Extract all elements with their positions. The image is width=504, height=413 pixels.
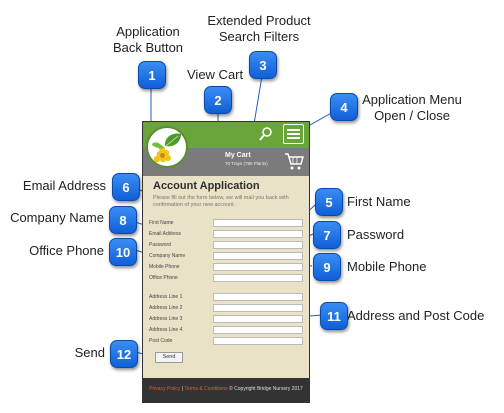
cart-subtitle: 70 Trays (780 Plants): [225, 161, 268, 166]
post-code-label: Post Code: [149, 338, 173, 344]
annotation-badge-3: 3: [249, 51, 277, 79]
annotation-badge-11: 11: [320, 302, 348, 330]
annotation-1-line1: Application: [116, 24, 180, 39]
annotation-4-line1: Application Menu: [362, 92, 462, 107]
send-button[interactable]: Send: [155, 352, 183, 363]
sunflower-leaf-icon: [152, 133, 181, 163]
annotation-7-label: Password: [347, 227, 405, 242]
annotation-2-label: View Cart: [187, 67, 244, 82]
annotation-11-label: Address and Post Code: [347, 308, 485, 323]
address-line-3-label: Address Line 3: [149, 316, 183, 322]
annotation-1-label: Application Back Button: [108, 24, 188, 56]
mobile-phone-label: Mobile Phone: [149, 264, 180, 270]
terms-conditions-link[interactable]: Terms & Conditions: [184, 386, 227, 392]
address-line-3-field[interactable]: [213, 315, 303, 323]
phone-app-screen: My Cart 70 Trays (780 Plants) Account Ap…: [142, 121, 310, 403]
annotation-10-label: Office Phone: [29, 243, 104, 258]
annotation-badge-6: 6: [112, 173, 140, 201]
address-line-4-field[interactable]: [213, 326, 303, 334]
app-logo-back-button[interactable]: [146, 126, 188, 168]
company-name-field[interactable]: [213, 252, 303, 260]
annotation-6-label: Email Address: [22, 178, 106, 193]
address-line-1-label: Address Line 1: [149, 294, 183, 300]
search-icon[interactable]: [259, 126, 273, 142]
annotation-9-label: Mobile Phone: [347, 259, 427, 274]
password-label: Password: [149, 242, 171, 248]
annotation-badge-4: 4: [330, 93, 358, 121]
mobile-phone-field[interactable]: [213, 263, 303, 271]
shopping-cart-icon[interactable]: [284, 151, 304, 171]
office-phone-label: Office Phone: [149, 275, 178, 281]
annotation-badge-1: 1: [138, 61, 166, 89]
annotation-8-label: Company Name: [10, 210, 104, 225]
annotation-5-label: First Name: [347, 194, 411, 209]
email-address-label: Email Address: [149, 231, 181, 237]
privacy-policy-link[interactable]: Privacy Policy: [149, 386, 180, 392]
app-footer: Privacy Policy | Terms & Conditions © Co…: [143, 378, 309, 402]
annotation-badge-5: 5: [315, 188, 343, 216]
email-address-field[interactable]: [213, 230, 303, 238]
company-name-label: Company Name: [149, 253, 186, 259]
annotation-4-line2: Open / Close: [374, 108, 450, 123]
address-line-2-field[interactable]: [213, 304, 303, 312]
address-line-1-field[interactable]: [213, 293, 303, 301]
annotation-3-label: Extended Product Search Filters: [204, 13, 314, 45]
cart-title[interactable]: My Cart: [225, 152, 251, 159]
address-line-2-label: Address Line 2: [149, 305, 183, 311]
footer-separator: |: [181, 386, 184, 392]
annotation-12-label: Send: [74, 345, 105, 360]
annotation-badge-9: 9: [313, 253, 341, 281]
form-description: Please fill out the form below, we will …: [153, 195, 289, 208]
menu-icon[interactable]: [283, 124, 304, 144]
form-title: Account Application: [153, 180, 260, 192]
password-field[interactable]: [213, 241, 303, 249]
annotation-3-line2: Search Filters: [218, 29, 300, 44]
post-code-field[interactable]: [213, 337, 303, 345]
annotation-3-line1: Extended Product: [207, 13, 311, 28]
annotation-badge-2: 2: [204, 86, 232, 114]
annotation-badge-7: 7: [313, 221, 341, 249]
first-name-label: First Name: [149, 220, 174, 226]
annotation-4-label: Application Menu Open / Close: [357, 92, 467, 124]
annotation-1-line2: Back Button: [112, 40, 184, 55]
annotation-badge-10: 10: [109, 238, 137, 266]
address-line-4-label: Address Line 4: [149, 327, 183, 333]
footer-copyright: © Copyright Bridge Nursery 2017: [229, 386, 303, 392]
office-phone-field[interactable]: [213, 274, 303, 282]
first-name-field[interactable]: [213, 219, 303, 227]
annotation-badge-8: 8: [109, 206, 137, 234]
annotation-badge-12: 12: [110, 340, 138, 368]
